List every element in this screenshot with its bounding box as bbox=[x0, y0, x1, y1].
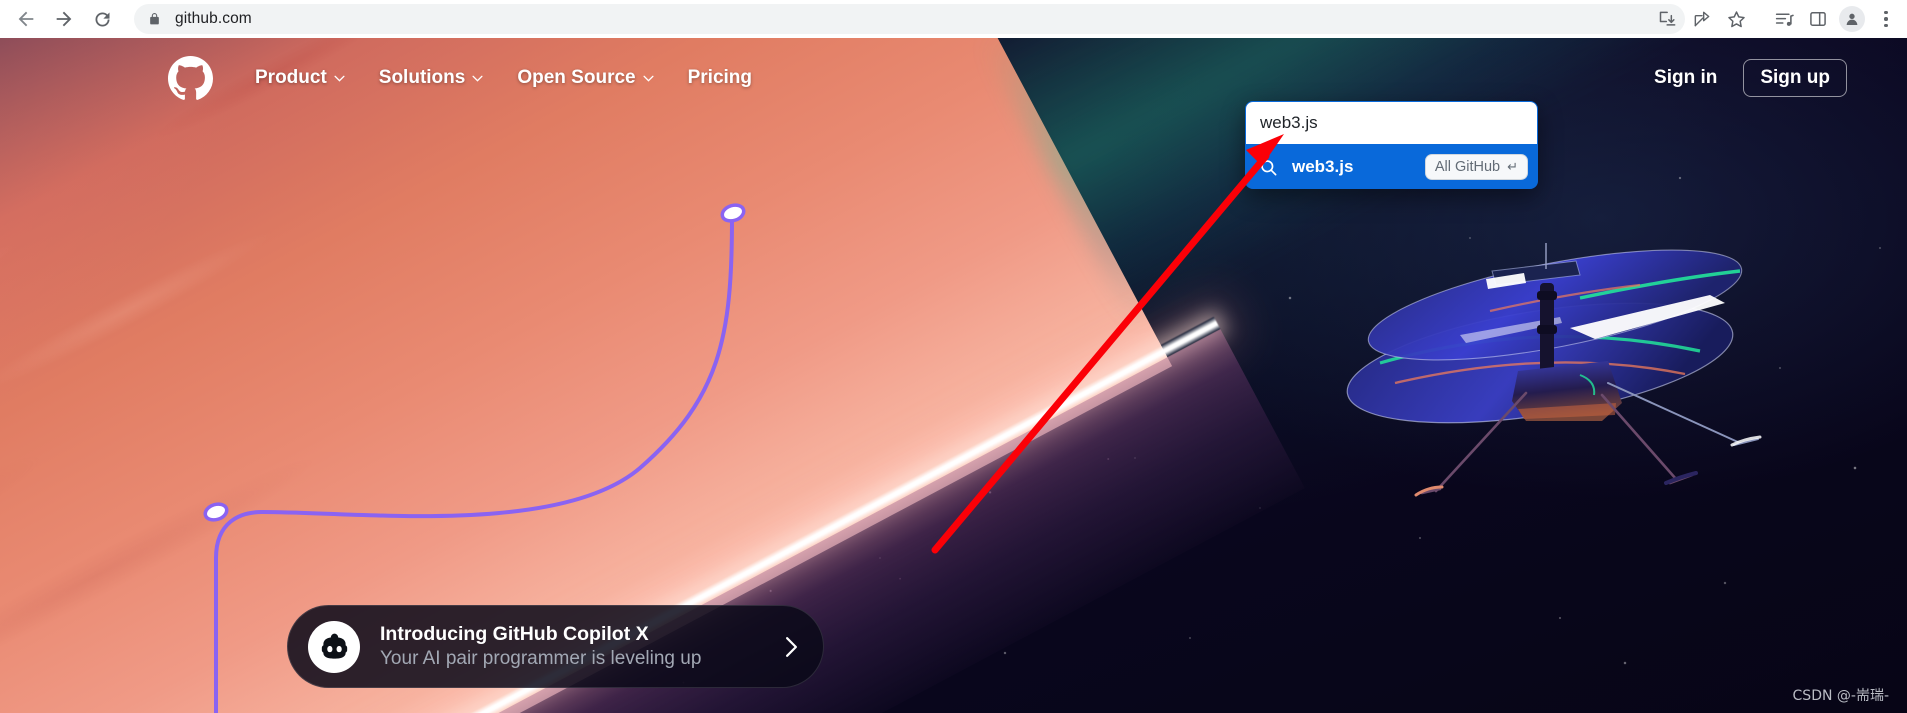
nav-item-pricing[interactable]: Pricing bbox=[688, 67, 752, 89]
reload-button[interactable] bbox=[84, 1, 120, 37]
sign-in-link[interactable]: Sign in bbox=[1654, 67, 1717, 89]
nav-item-pricing-label: Pricing bbox=[687, 67, 752, 88]
forward-button[interactable] bbox=[46, 1, 82, 37]
avatar bbox=[1839, 6, 1865, 32]
search-suggestion-item[interactable]: web3.js All GitHub ↵ bbox=[1245, 145, 1538, 189]
lock-icon bbox=[148, 11, 161, 27]
chevron-down-icon bbox=[472, 75, 483, 82]
connector-node-top bbox=[720, 203, 746, 223]
nav-item-product[interactable]: Product bbox=[255, 67, 345, 89]
browser-nav-buttons bbox=[0, 1, 120, 37]
copilot-promo-banner[interactable]: Introducing GitHub Copilot X Your AI pai… bbox=[287, 605, 824, 688]
search-scope-label: All GitHub bbox=[1434, 159, 1501, 175]
nav-item-solutions[interactable]: Solutions bbox=[379, 67, 484, 89]
reload-icon bbox=[95, 12, 109, 26]
three-dots-icon bbox=[1884, 10, 1888, 28]
copilot-banner-title: Introducing GitHub Copilot X bbox=[380, 623, 649, 646]
chevron-down-icon bbox=[643, 75, 654, 82]
address-bar-url: github.com bbox=[175, 10, 252, 27]
more-menu-icon[interactable] bbox=[1869, 2, 1903, 36]
search-input[interactable]: web3.js bbox=[1245, 101, 1538, 145]
copilot-icon bbox=[308, 620, 360, 673]
github-header-actions: Sign in Sign up bbox=[1654, 38, 1907, 118]
forward-arrow-icon bbox=[56, 11, 72, 27]
enter-key-icon: ↵ bbox=[1507, 159, 1518, 174]
search-input-value: web3.js bbox=[1260, 113, 1318, 132]
share-icon[interactable] bbox=[1685, 2, 1719, 36]
search-icon bbox=[1259, 158, 1278, 177]
copilot-banner-text: Introducing GitHub Copilot X Your AI pai… bbox=[380, 622, 784, 671]
back-arrow-icon bbox=[18, 11, 34, 27]
nav-item-solutions-label: Solutions bbox=[378, 67, 466, 88]
reading-list-icon[interactable] bbox=[1767, 2, 1801, 36]
watermark: CSDN @-耑瑞- bbox=[1792, 688, 1889, 704]
nav-item-open-source[interactable]: Open Source bbox=[517, 67, 654, 89]
purple-connector-line bbox=[203, 203, 746, 713]
nav-item-open-source-label: Open Source bbox=[517, 67, 636, 88]
search-suggestion-text: web3.js bbox=[1292, 157, 1354, 176]
github-homepage: Product Solutions Open Source Pricing Si… bbox=[0, 38, 1907, 713]
search-suggestions-list: web3.js All GitHub ↵ bbox=[1245, 145, 1538, 189]
bookmark-star-icon[interactable] bbox=[1719, 2, 1753, 36]
connector-node-left bbox=[203, 502, 229, 522]
github-logo-icon[interactable] bbox=[168, 55, 213, 101]
copilot-banner-subtitle: Your AI pair programmer is leveling up bbox=[380, 647, 702, 669]
browser-toolbar: github.com bbox=[0, 0, 1907, 38]
browser-toolbar-icons bbox=[1651, 0, 1907, 38]
address-bar[interactable]: github.com bbox=[134, 4, 1685, 34]
chevron-down-icon bbox=[334, 75, 345, 82]
side-panel-icon[interactable] bbox=[1801, 2, 1835, 36]
github-main-nav: Product Solutions Open Source Pricing bbox=[255, 67, 752, 89]
chevron-right-icon bbox=[784, 636, 799, 658]
profile-avatar-icon[interactable] bbox=[1835, 2, 1869, 36]
sign-up-button[interactable]: Sign up bbox=[1743, 59, 1847, 97]
nav-item-product-label: Product bbox=[255, 67, 327, 88]
back-button[interactable] bbox=[8, 1, 44, 37]
download-icon[interactable] bbox=[1651, 2, 1685, 36]
search-scope-badge[interactable]: All GitHub ↵ bbox=[1424, 154, 1528, 180]
github-search-overlay: web3.js web3.js All GitHub ↵ bbox=[1245, 101, 1538, 189]
github-header: Product Solutions Open Source Pricing Si… bbox=[0, 38, 1907, 118]
